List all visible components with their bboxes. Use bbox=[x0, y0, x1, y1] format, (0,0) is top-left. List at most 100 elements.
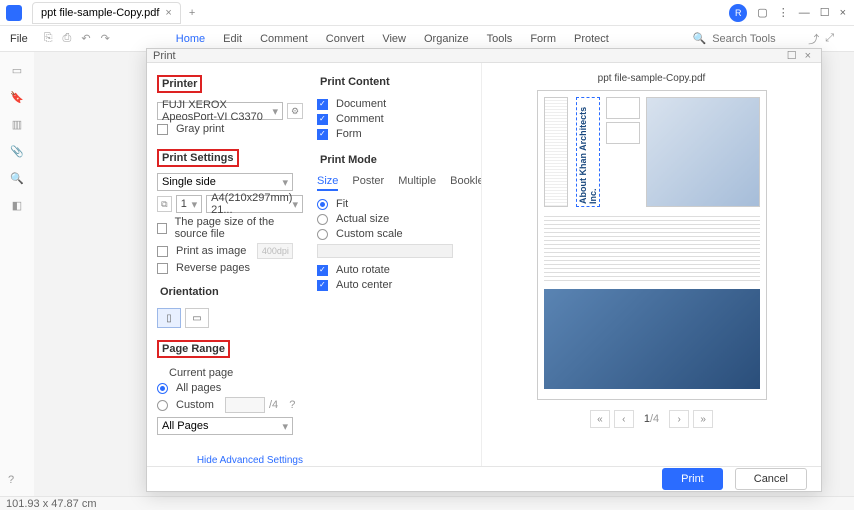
preview-side-label: About Khan Architects Inc. bbox=[576, 97, 600, 207]
pager-last-icon[interactable]: » bbox=[693, 410, 713, 428]
add-tab-icon[interactable]: + bbox=[189, 7, 195, 19]
minimize-icon[interactable]: — bbox=[799, 7, 810, 19]
content-document-checkbox[interactable] bbox=[317, 99, 328, 110]
save-icon[interactable]: ⎘ bbox=[44, 32, 53, 45]
mode-tab-poster[interactable]: Poster bbox=[352, 175, 384, 191]
search-tools-input[interactable] bbox=[712, 33, 802, 45]
search-panel-icon[interactable]: 🔍 bbox=[10, 172, 24, 185]
tab-title: ppt file-sample-Copy.pdf bbox=[41, 7, 159, 19]
menu-tools[interactable]: Tools bbox=[487, 33, 513, 45]
document-tab[interactable]: ppt file-sample-Copy.pdf × bbox=[32, 2, 181, 24]
menu-form[interactable]: Form bbox=[530, 33, 556, 45]
preview-text-block bbox=[544, 213, 760, 283]
pager-total: /4 bbox=[650, 413, 659, 425]
attachments-icon[interactable]: 📎 bbox=[10, 145, 24, 158]
app-icon bbox=[0, 0, 28, 26]
gray-print-label: Gray print bbox=[176, 123, 224, 135]
close-tab-icon[interactable]: × bbox=[165, 7, 171, 19]
custom-range-label: Custom bbox=[176, 399, 214, 411]
print-button[interactable]: Print bbox=[662, 468, 723, 490]
pager-next-icon[interactable]: › bbox=[669, 410, 689, 428]
title-bar: ppt file-sample-Copy.pdf × + R ▢ ⋮ — ☐ × bbox=[0, 0, 854, 26]
avatar[interactable]: R bbox=[729, 4, 747, 22]
more-icon[interactable]: ⋮ bbox=[778, 6, 789, 19]
dialog-close-icon[interactable]: × bbox=[801, 50, 815, 62]
mode-tab-multiple[interactable]: Multiple bbox=[398, 175, 436, 191]
paper-size-select[interactable]: A4(210x297mm) 21...▾ bbox=[206, 195, 303, 213]
menu-organize[interactable]: Organize bbox=[424, 33, 469, 45]
redo-icon[interactable]: ↷ bbox=[101, 32, 110, 45]
section-orientation: Orientation bbox=[157, 285, 222, 299]
content-document-label: Document bbox=[336, 98, 386, 110]
menu-view[interactable]: View bbox=[382, 33, 406, 45]
pager-first-icon[interactable]: « bbox=[590, 410, 610, 428]
orientation-landscape[interactable]: ▭ bbox=[185, 308, 209, 328]
main-menu: Home Edit Comment Convert View Organize … bbox=[176, 33, 609, 45]
window-close-icon[interactable]: × bbox=[840, 7, 846, 19]
comments-icon[interactable]: ▥ bbox=[12, 118, 22, 131]
size-fit-radio[interactable] bbox=[317, 199, 328, 210]
dialog-maximize-icon[interactable]: ☐ bbox=[783, 49, 801, 62]
source-page-size-checkbox[interactable] bbox=[157, 223, 167, 234]
auto-center-checkbox[interactable] bbox=[317, 280, 328, 291]
section-print-settings: Print Settings bbox=[157, 149, 239, 167]
menu-protect[interactable]: Protect bbox=[574, 33, 609, 45]
thumbnails-icon[interactable]: ▭ bbox=[12, 64, 22, 77]
layers-icon[interactable]: ◧ bbox=[12, 199, 22, 212]
status-bar: 101.93 x 47.87 cm bbox=[0, 496, 854, 510]
reverse-pages-checkbox[interactable] bbox=[157, 263, 168, 274]
current-page-label: Current page bbox=[169, 367, 233, 379]
mode-tab-size[interactable]: Size bbox=[317, 175, 338, 191]
copies-input[interactable]: 1▾ bbox=[176, 195, 202, 213]
share-icon[interactable]: ⤴ bbox=[808, 31, 819, 47]
custom-range-input[interactable] bbox=[225, 397, 265, 413]
all-pages-label: All pages bbox=[176, 382, 221, 394]
menu-edit[interactable]: Edit bbox=[223, 33, 242, 45]
maximize-icon[interactable]: ☐ bbox=[820, 6, 830, 19]
dpi-value: 400dpi bbox=[257, 243, 293, 259]
pages-filter-select[interactable]: All Pages▾ bbox=[157, 417, 293, 435]
size-actual-label: Actual size bbox=[336, 213, 389, 225]
custom-range-radio[interactable] bbox=[157, 400, 168, 411]
notes-icon[interactable]: ▢ bbox=[757, 6, 767, 19]
print-icon[interactable]: ⎙ bbox=[63, 32, 72, 45]
menu-convert[interactable]: Convert bbox=[326, 33, 365, 45]
gray-print-checkbox[interactable] bbox=[157, 124, 168, 135]
section-page-range: Page Range bbox=[157, 340, 230, 358]
print-as-image-label: Print as image bbox=[176, 245, 246, 257]
content-form-checkbox[interactable] bbox=[317, 129, 328, 140]
section-print-content: Print Content bbox=[317, 75, 393, 89]
preview-element bbox=[606, 97, 640, 119]
expand-icon[interactable]: ⤢ bbox=[825, 32, 834, 45]
print-as-image-checkbox[interactable] bbox=[157, 246, 168, 257]
printer-select[interactable]: FUJI XEROX ApeosPort-VI C3370▾ bbox=[157, 102, 283, 120]
orientation-portrait[interactable]: ▯ bbox=[157, 308, 181, 328]
reverse-pages-label: Reverse pages bbox=[176, 262, 250, 274]
menu-home[interactable]: Home bbox=[176, 33, 205, 45]
size-custom-radio[interactable] bbox=[317, 229, 328, 240]
bookmarks-icon[interactable]: 🔖 bbox=[10, 91, 24, 104]
section-print-mode: Print Mode bbox=[317, 153, 380, 167]
source-page-size-label: The page size of the source file bbox=[175, 216, 303, 240]
help-icon[interactable]: ? bbox=[8, 474, 14, 486]
cancel-button[interactable]: Cancel bbox=[735, 468, 807, 490]
page-dimensions: 101.93 x 47.87 cm bbox=[6, 498, 97, 510]
menu-comment[interactable]: Comment bbox=[260, 33, 308, 45]
file-menu-button[interactable]: File bbox=[0, 33, 38, 45]
all-pages-radio[interactable] bbox=[157, 383, 168, 394]
pager-prev-icon[interactable]: ‹ bbox=[614, 410, 634, 428]
dialog-titlebar: Print ☐ × bbox=[147, 49, 821, 63]
printer-properties-icon[interactable]: ⚙ bbox=[287, 103, 303, 119]
size-fit-label: Fit bbox=[336, 198, 348, 210]
duplex-select[interactable]: Single side▾ bbox=[157, 173, 293, 191]
content-comment-checkbox[interactable] bbox=[317, 114, 328, 125]
preview-page: About Khan Architects Inc. bbox=[537, 90, 767, 400]
auto-rotate-label: Auto rotate bbox=[336, 264, 390, 276]
content-form-label: Form bbox=[336, 128, 362, 140]
toggle-advanced-link[interactable]: Hide Advanced Settings bbox=[157, 455, 303, 466]
auto-rotate-checkbox[interactable] bbox=[317, 265, 328, 276]
range-help-icon[interactable]: ? bbox=[289, 399, 295, 411]
custom-scale-slider[interactable] bbox=[317, 244, 453, 258]
undo-icon[interactable]: ↶ bbox=[81, 32, 90, 45]
size-actual-radio[interactable] bbox=[317, 214, 328, 225]
